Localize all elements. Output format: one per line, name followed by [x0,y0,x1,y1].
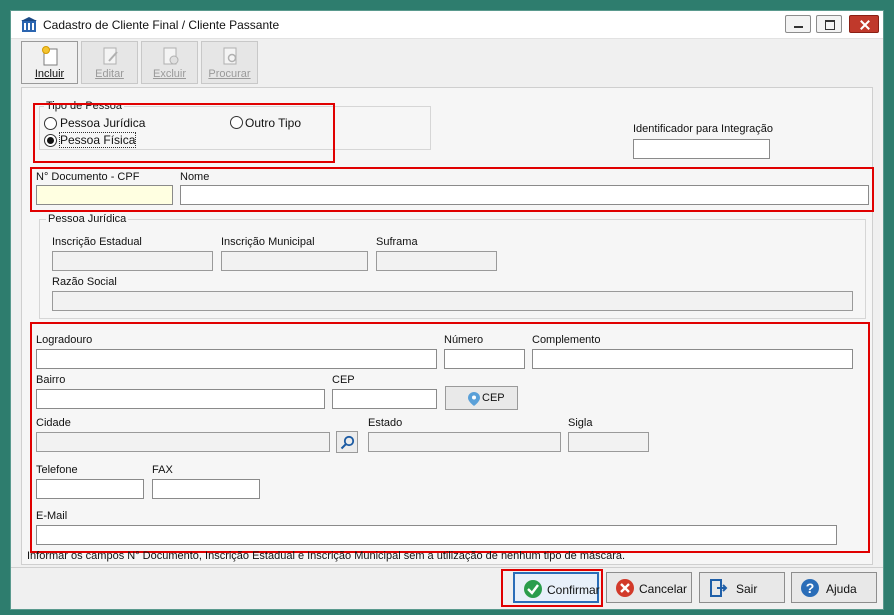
razao-social-input[interactable] [52,291,853,311]
numero-label: Número [444,334,484,346]
cep-input[interactable] [332,389,437,409]
inscricao-municipal-label: Inscrição Municipal [221,236,315,248]
sair-label: Sair [736,582,758,596]
help-icon: ? [801,579,819,597]
new-document-icon [42,46,58,66]
inscricao-municipal-input[interactable] [221,251,368,271]
fax-label: FAX [152,464,173,476]
bairro-label: Bairro [36,374,66,386]
cidade-label: Cidade [36,417,71,429]
estado-label: Estado [368,417,403,429]
ajuda-button[interactable]: ? Ajuda [791,572,877,603]
minimize-button[interactable] [785,15,811,33]
cep-label: CEP [332,374,355,386]
incluir-label: Incluir [34,68,65,80]
procurar-button[interactable]: Procurar [201,41,258,84]
radio-outro-tipo-label[interactable]: Outro Tipo [245,116,301,130]
complemento-input[interactable] [532,349,853,369]
building-icon [21,17,37,32]
razao-social-label: Razão Social [52,276,117,288]
incluir-button[interactable]: Incluir [21,41,78,84]
telefone-label: Telefone [36,464,78,476]
bairro-input[interactable] [36,389,325,409]
radio-pessoa-juridica[interactable] [44,117,57,130]
magnifier-icon [340,435,355,450]
window-title: Cadastro de Cliente Final / Cliente Pass… [43,18,280,32]
nome-label: Nome [180,171,210,183]
title-bar[interactable]: Cadastro de Cliente Final / Cliente Pass… [11,11,883,39]
telefone-input[interactable] [36,479,144,499]
cidade-input[interactable] [36,432,330,452]
sigla-label: Sigla [568,417,593,429]
radio-outro-tipo[interactable] [230,116,243,129]
exit-door-icon [710,579,728,597]
form-panel: Tipo de Pessoa Pessoa Jurídica Pessoa Fí… [21,87,874,565]
documento-input[interactable] [36,185,173,205]
svg-text:?: ? [806,580,815,596]
identificador-input[interactable] [633,139,770,159]
search-document-icon [223,47,237,65]
confirmar-label: Confirmar [547,583,600,597]
maximize-button[interactable] [816,15,842,33]
numero-input[interactable] [444,349,525,369]
delete-document-icon [163,47,179,65]
ajuda-label: Ajuda [826,582,857,596]
radio-pessoa-juridica-label[interactable]: Pessoa Jurídica [60,116,145,130]
cep-search-button[interactable]: CEP [445,386,518,410]
mask-info-note: Informar os campos N° Documento, Inscriç… [27,550,626,562]
editar-button[interactable]: Editar [81,41,138,84]
email-label: E-Mail [36,510,68,522]
radio-pessoa-fisica[interactable] [44,134,57,147]
tipo-pessoa-legend: Tipo de Pessoa [44,100,125,112]
email-input[interactable] [36,525,837,545]
cancel-icon [616,579,634,597]
inscricao-estadual-label: Inscrição Estadual [52,236,142,248]
sair-button[interactable]: Sair [699,572,785,603]
cep-button-label: CEP [482,392,505,404]
complemento-label: Complemento [532,334,601,346]
estado-input[interactable] [368,432,561,452]
fax-input[interactable] [152,479,260,499]
footer-separator [11,567,883,568]
pessoa-juridica-legend: Pessoa Jurídica [46,213,129,225]
suframa-input[interactable] [376,251,497,271]
nome-input[interactable] [180,185,869,205]
confirmar-button[interactable]: Confirmar [513,572,600,603]
identificador-label: Identificador para Integração [633,123,774,135]
cidade-search-button[interactable] [336,431,358,453]
cancelar-label: Cancelar [639,582,688,596]
inscricao-estadual-input[interactable] [52,251,213,271]
check-icon [524,580,542,598]
logradouro-label: Logradouro [36,334,93,346]
procurar-label: Procurar [208,68,251,80]
edit-document-icon [103,47,118,65]
toolbar: Incluir Editar Excluir Procurar [11,40,883,86]
map-pin-icon [468,392,480,406]
excluir-button[interactable]: Excluir [141,41,198,84]
close-button[interactable] [849,15,879,33]
sigla-input[interactable] [568,432,649,452]
radio-pessoa-fisica-label[interactable]: Pessoa Física [58,132,137,148]
logradouro-input[interactable] [36,349,437,369]
cancelar-button[interactable]: Cancelar [606,572,692,603]
suframa-label: Suframa [376,236,418,248]
editar-label: Editar [95,68,124,80]
main-window: Cadastro de Cliente Final / Cliente Pass… [10,10,884,610]
excluir-label: Excluir [152,68,186,80]
documento-label: N° Documento - CPF [36,171,140,183]
